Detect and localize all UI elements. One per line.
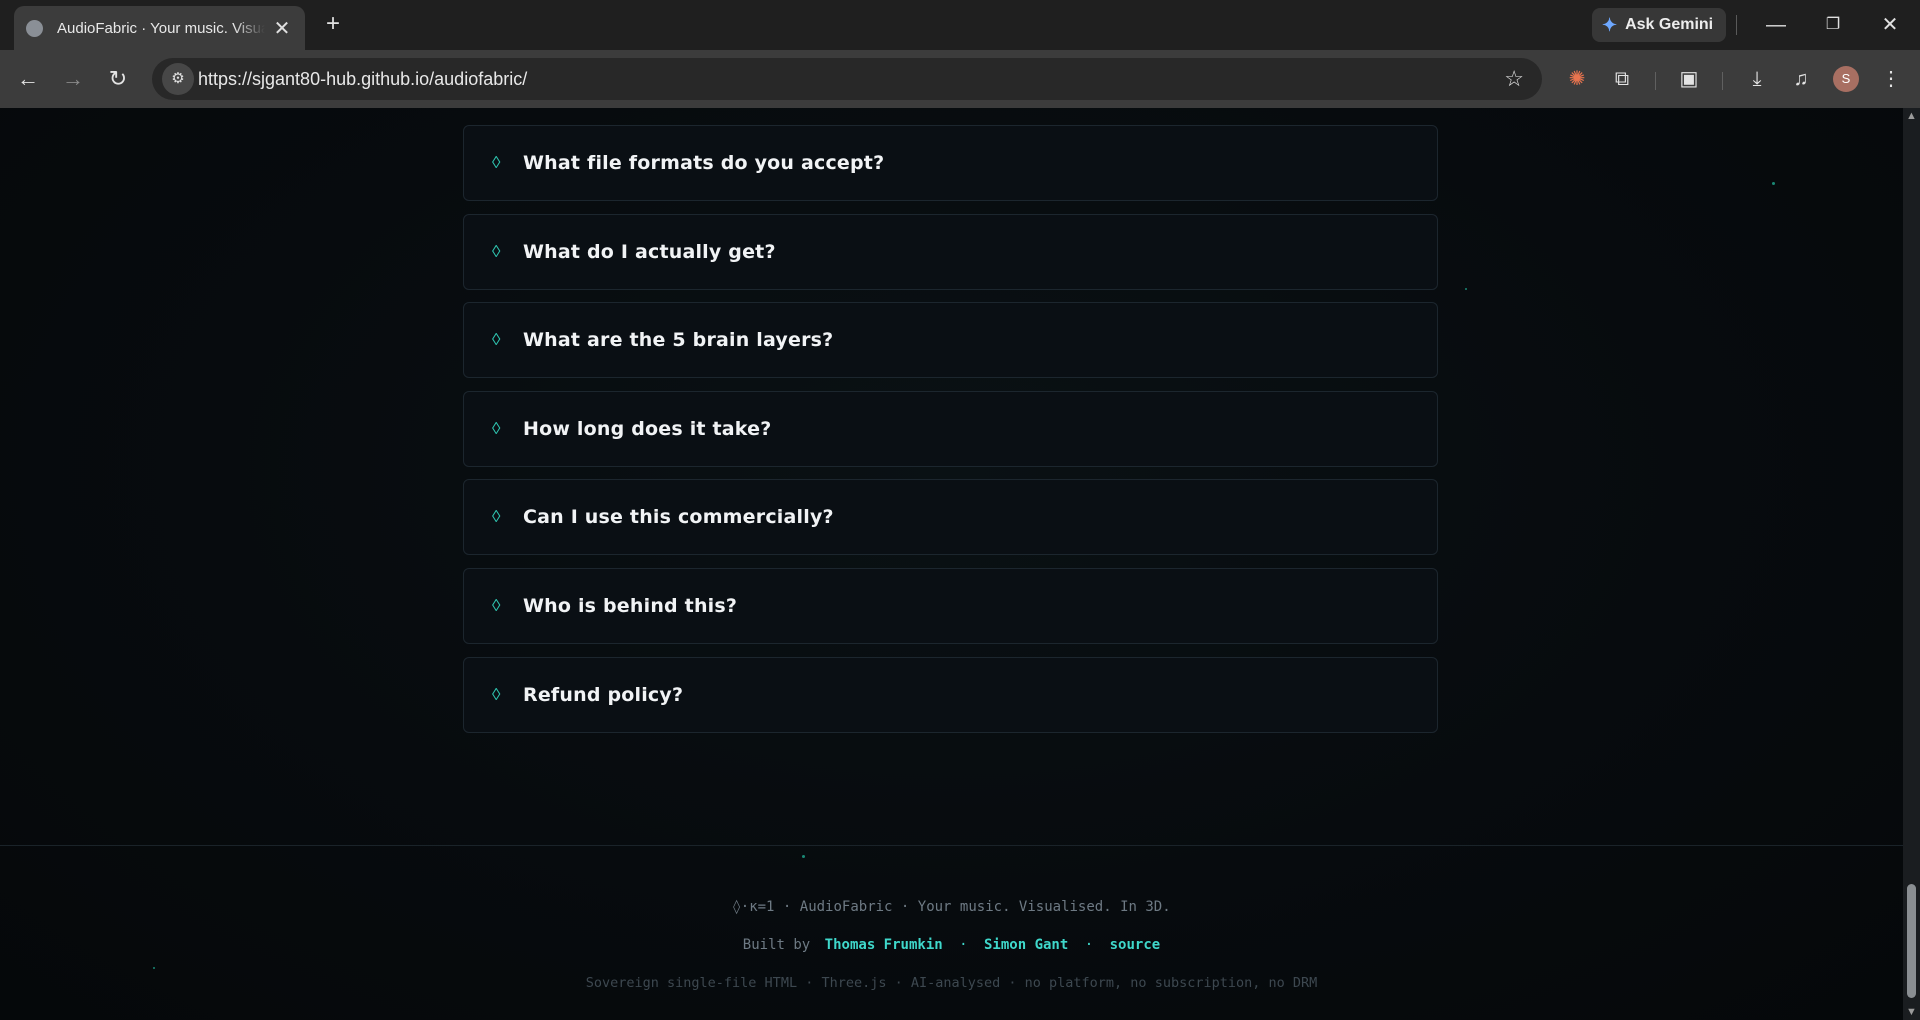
faq-item[interactable]: ◊ What file formats do you accept?: [463, 125, 1438, 201]
footer-credits: Built by Thomas Frumkin · Simon Gant · s…: [0, 937, 1903, 953]
diamond-icon: ◊: [492, 330, 501, 349]
source-link[interactable]: source: [1110, 937, 1161, 953]
faq-question: Who is behind this?: [523, 595, 738, 617]
faq-item[interactable]: ◊ Refund policy?: [463, 657, 1438, 733]
scrollbar[interactable]: ▲ ▼: [1903, 108, 1920, 1020]
address-bar[interactable]: ⚙ https://sjgant80-hub.github.io/audiofa…: [152, 58, 1542, 100]
globe-icon: [26, 19, 43, 37]
faq-item[interactable]: ◊ What do I actually get?: [463, 214, 1438, 290]
footer-separator: ·: [1084, 937, 1094, 953]
faq-item[interactable]: ◊ What are the 5 brain layers?: [463, 302, 1438, 378]
minimize-button[interactable]: —: [1756, 8, 1796, 42]
page-content: ◊ What file formats do you accept? ◊ Wha…: [0, 108, 1903, 1020]
tab-title: AudioFabric · Your music. Visualised. In…: [57, 19, 265, 37]
diamond-icon: ◊: [492, 419, 501, 438]
star-particle: [802, 855, 805, 858]
divider: [1736, 15, 1737, 35]
browser-toolbar: ← → ↻ ⚙ https://sjgant80-hub.github.io/a…: [0, 50, 1920, 108]
footer-tagline: ◊·κ=1 · AudioFabric · Your music. Visual…: [732, 899, 1171, 915]
faq-question: What file formats do you accept?: [523, 152, 885, 174]
faq-item[interactable]: ◊ How long does it take?: [463, 391, 1438, 467]
author-link-simon[interactable]: Simon Gant: [984, 937, 1068, 953]
media-control-icon[interactable]: ♫: [1784, 62, 1818, 96]
ask-gemini-label: Ask Gemini: [1625, 16, 1714, 33]
tab-bar: AudioFabric · Your music. Visualised. In…: [0, 0, 1920, 50]
scroll-down-arrow-icon[interactable]: ▼: [1906, 1006, 1917, 1018]
ask-gemini-button[interactable]: ✦ Ask Gemini: [1592, 8, 1726, 42]
new-tab-button[interactable]: +: [318, 10, 348, 40]
diamond-icon: ◊: [492, 685, 501, 704]
author-link-thomas[interactable]: Thomas Frumkin: [825, 937, 943, 953]
star-particle: [1772, 182, 1775, 185]
faq-question: What do I actually get?: [523, 241, 776, 263]
footer-divider: [0, 845, 1903, 846]
diamond-icon: ◊: [492, 507, 501, 526]
gemini-sparkle-icon: ✦: [1602, 14, 1618, 35]
forward-arrow-icon[interactable]: →: [56, 62, 90, 96]
restore-button[interactable]: ❐: [1813, 8, 1853, 42]
url-text[interactable]: https://sjgant80-hub.github.io/audiofabr…: [198, 58, 527, 100]
star-particle: [153, 967, 155, 969]
diamond-icon: ◊: [492, 242, 501, 261]
built-by-label: Built by: [742, 937, 811, 953]
divider: [1722, 72, 1723, 90]
reload-icon[interactable]: ↻: [101, 62, 135, 96]
faq-question: What are the 5 brain layers?: [523, 329, 834, 351]
diamond-icon: ◊: [492, 596, 501, 615]
back-arrow-icon[interactable]: ←: [11, 62, 45, 96]
scroll-up-arrow-icon[interactable]: ▲: [1906, 110, 1917, 122]
footer-colophon: Sovereign single-file HTML · Three.js · …: [585, 975, 1318, 991]
faq-item[interactable]: ◊ Who is behind this?: [463, 568, 1438, 644]
faq-question: Refund policy?: [523, 684, 684, 706]
site-info-icon[interactable]: ⚙: [162, 63, 194, 95]
faq-question: How long does it take?: [523, 418, 772, 440]
active-tab[interactable]: AudioFabric · Your music. Visualised. In…: [14, 6, 305, 50]
download-icon[interactable]: ⤓: [1740, 62, 1774, 96]
faq-question: Can I use this commercially?: [523, 506, 834, 528]
extension-burst-icon[interactable]: ✺: [1560, 62, 1594, 96]
profile-avatar[interactable]: S: [1833, 66, 1859, 92]
diamond-icon: ◊: [492, 153, 501, 172]
faq-item[interactable]: ◊ Can I use this commercially?: [463, 479, 1438, 555]
close-window-button[interactable]: ✕: [1870, 8, 1910, 42]
tab-close-icon[interactable]: ✕: [271, 16, 293, 41]
extensions-puzzle-icon[interactable]: ⧉: [1605, 62, 1639, 96]
tab-search-icon[interactable]: ▣: [1672, 62, 1706, 96]
scrollbar-thumb[interactable]: [1907, 884, 1916, 998]
star-particle: [1465, 288, 1467, 290]
bookmark-star-icon[interactable]: ☆: [1504, 58, 1524, 100]
divider: [1655, 72, 1656, 90]
footer-separator: ·: [959, 937, 968, 953]
menu-kebab-icon[interactable]: ⋮: [1874, 62, 1908, 96]
